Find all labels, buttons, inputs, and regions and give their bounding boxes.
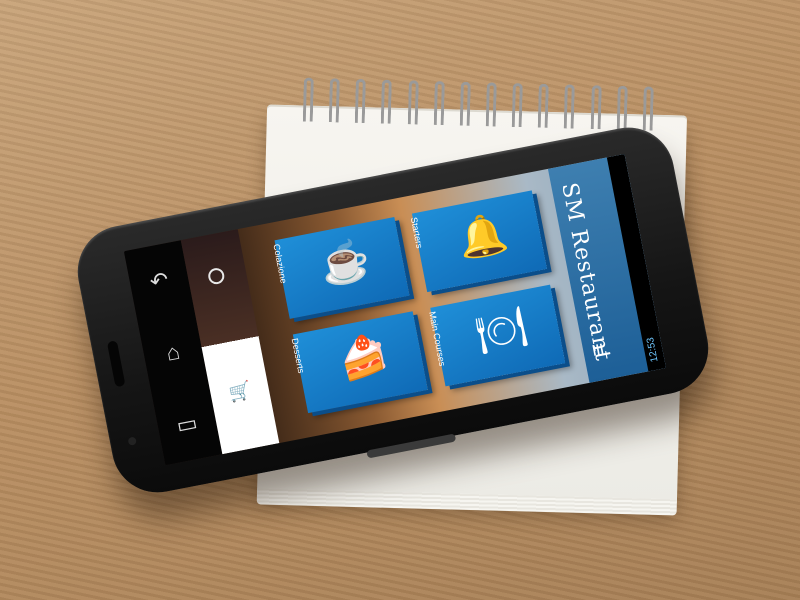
recent-apps-icon[interactable]: ▭: [174, 409, 199, 438]
cart-icon[interactable]: 🛒: [227, 380, 253, 405]
scene: ↶ ⌂ ▭ 🛒 Colazione ☕ Starters 🔔 Desserts: [0, 0, 800, 600]
plate-icon: 🍽: [472, 304, 531, 358]
tile-main-courses[interactable]: Main Courses 🍽: [427, 284, 566, 387]
tile-label: Desserts: [289, 337, 307, 375]
spiral-ring: [302, 77, 314, 122]
tile-label: Main Courses: [427, 310, 448, 368]
spiral-ring: [537, 83, 550, 128]
spiral-ring: [642, 86, 654, 131]
spiral-ring: [564, 84, 576, 129]
spiral-ring: [407, 80, 419, 125]
spiral-ring: [355, 78, 367, 124]
home-icon[interactable]: ⌂: [164, 339, 182, 366]
spiral-ring: [485, 82, 497, 127]
spiral-ring: [590, 85, 602, 130]
notebook-spiral: [302, 77, 654, 137]
status-time: 12:53: [645, 336, 661, 363]
spiral-ring: [511, 82, 523, 128]
tile-label: Colazione: [271, 243, 289, 285]
cup-icon: ☕: [316, 236, 374, 290]
back-icon[interactable]: ↶: [148, 267, 171, 295]
phone-speaker: [106, 340, 126, 388]
tile-starters[interactable]: Starters 🔔: [408, 190, 547, 293]
spiral-ring: [381, 79, 393, 124]
tile-desserts[interactable]: Desserts 🍰: [289, 311, 428, 414]
menu-tiles: Colazione ☕ Starters 🔔 Desserts 🍰 Main C…: [271, 187, 584, 417]
spiral-ring: [459, 81, 471, 126]
notebook-pages: [256, 488, 677, 516]
spiral-ring: [616, 85, 628, 130]
spiral-ring: [328, 78, 341, 123]
cloche-icon: 🔔: [453, 210, 512, 263]
cake-icon: 🍰: [334, 331, 393, 384]
globe-icon[interactable]: [206, 266, 226, 286]
spiral-ring: [433, 80, 445, 126]
front-camera: [127, 436, 137, 446]
tile-label: Starters: [408, 216, 425, 250]
tile-colazione[interactable]: Colazione ☕: [271, 217, 410, 319]
